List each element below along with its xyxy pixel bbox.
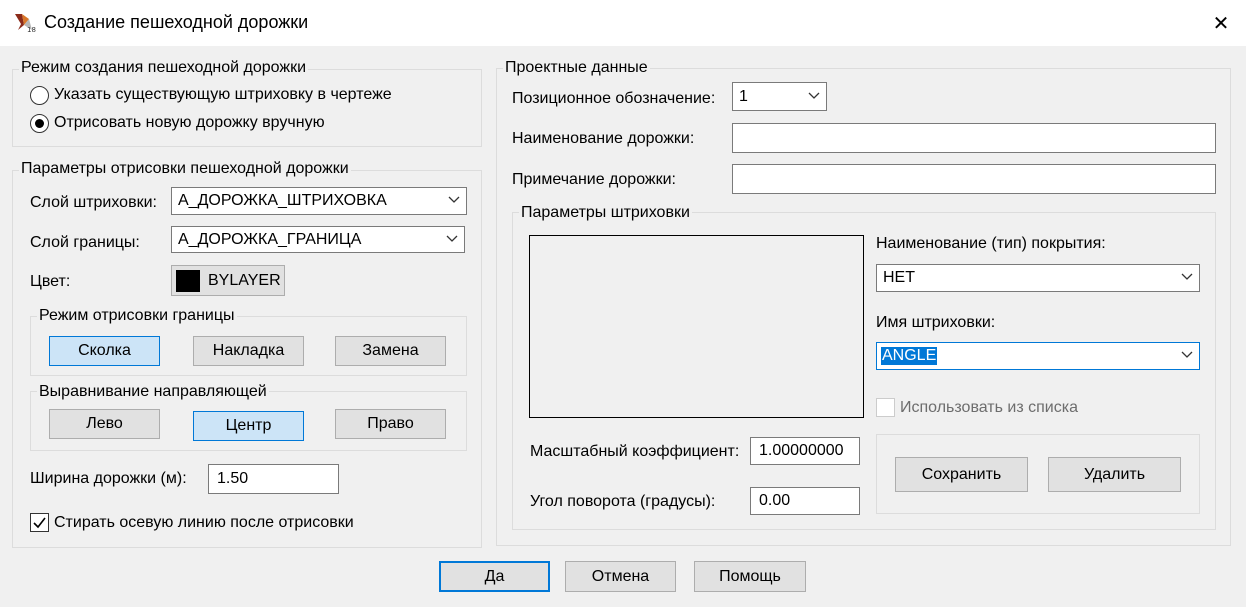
cancel-button[interactable]: Отмена — [565, 561, 676, 592]
hatch-name-value: ANGLE — [881, 347, 938, 365]
delete-button[interactable]: Удалить — [1048, 457, 1181, 492]
save-button[interactable]: Сохранить — [895, 457, 1028, 492]
chevron-down-icon — [808, 92, 820, 99]
radio-draw-new[interactable] — [30, 114, 49, 133]
hatch-layer-select[interactable]: А_ДОРОЖКА_ШТРИХОВКА — [171, 187, 467, 215]
window-title: Создание пешеходной дорожки — [44, 12, 309, 32]
chevron-down-icon — [1181, 351, 1193, 358]
hatch-name-label: Имя штриховки: — [876, 314, 996, 331]
border-mode-title: Режим отрисовки границы — [37, 307, 237, 325]
draw-params-title: Параметры отрисовки пешеходной дорожки — [19, 160, 351, 178]
erase-centerline-label[interactable]: Стирать осевую линию после отрисовки — [54, 514, 354, 532]
border-layer-select[interactable]: А_ДОРОЖКА_ГРАНИЦА — [171, 226, 465, 253]
use-from-list-checkbox[interactable] — [876, 398, 895, 417]
hatch-preview — [529, 235, 864, 418]
checkmark-icon — [33, 517, 46, 529]
chevron-down-icon — [448, 196, 460, 203]
border-mode-skolka-button[interactable]: Сколка — [49, 336, 160, 366]
path-name-label: Наименование дорожки: — [512, 130, 695, 147]
position-label: Позиционное обозначение: — [512, 90, 716, 107]
coating-value: НЕТ — [883, 269, 915, 286]
color-button[interactable]: BYLAYER — [171, 265, 285, 296]
width-label: Ширина дорожки (м): — [30, 470, 187, 487]
mode-group-title: Режим создания пешеходной дорожки — [19, 59, 309, 77]
color-label: Цвет: — [30, 273, 71, 290]
border-layer-label: Слой границы: — [30, 234, 140, 251]
radio-draw-new-label[interactable]: Отрисовать новую дорожку вручную — [54, 114, 325, 132]
hatch-layer-value: А_ДОРОЖКА_ШТРИХОВКА — [178, 192, 387, 209]
project-data-title: Проектные данные — [503, 59, 650, 77]
use-from-list-label[interactable]: Использовать из списка — [900, 399, 1078, 417]
color-swatch — [176, 269, 200, 292]
align-right-button[interactable]: Право — [335, 409, 446, 439]
mode-group — [12, 69, 482, 147]
position-select[interactable]: 1 — [732, 82, 827, 111]
align-center-button[interactable]: Центр — [193, 411, 304, 441]
close-icon: ✕ — [1212, 12, 1230, 35]
radio-select-existing[interactable] — [30, 86, 49, 105]
hatch-layer-label: Слой штриховки: — [30, 194, 157, 211]
path-note-label: Примечание дорожки: — [512, 171, 676, 188]
coating-label: Наименование (тип) покрытия: — [876, 235, 1106, 252]
erase-centerline-checkbox[interactable] — [30, 513, 49, 532]
scale-label: Масштабный коэффициент: — [530, 443, 740, 460]
angle-input[interactable]: 0.00 — [750, 487, 860, 515]
ok-button[interactable]: Да — [439, 561, 550, 592]
hatch-name-select[interactable]: ANGLE — [876, 342, 1200, 370]
app-icon: 18 — [12, 10, 36, 34]
chevron-down-icon — [1181, 273, 1193, 280]
help-button[interactable]: Помощь — [694, 561, 806, 592]
angle-label: Угол поворота (градусы): — [530, 493, 716, 510]
align-left-button[interactable]: Лево — [49, 409, 160, 439]
close-button[interactable]: ✕ — [1196, 0, 1246, 46]
alignment-title: Выравнивание направляющей — [37, 383, 269, 401]
radio-select-existing-label[interactable]: Указать существующую штриховку в чертеже — [54, 86, 392, 104]
border-layer-value: А_ДОРОЖКА_ГРАНИЦА — [178, 230, 362, 248]
coating-select[interactable]: НЕТ — [876, 264, 1200, 292]
color-value: BYLAYER — [208, 271, 281, 289]
svg-text:18: 18 — [27, 26, 36, 34]
border-mode-zamena-button[interactable]: Замена — [335, 336, 446, 366]
position-value: 1 — [739, 87, 748, 105]
path-name-input[interactable] — [732, 123, 1216, 153]
chevron-down-icon — [446, 235, 458, 242]
border-mode-nakladka-button[interactable]: Накладка — [193, 336, 304, 366]
hatch-params-title: Параметры штриховки — [519, 204, 692, 222]
path-note-input[interactable] — [732, 164, 1216, 194]
width-input[interactable]: 1.50 — [208, 464, 339, 494]
scale-input[interactable]: 1.00000000 — [750, 437, 860, 465]
